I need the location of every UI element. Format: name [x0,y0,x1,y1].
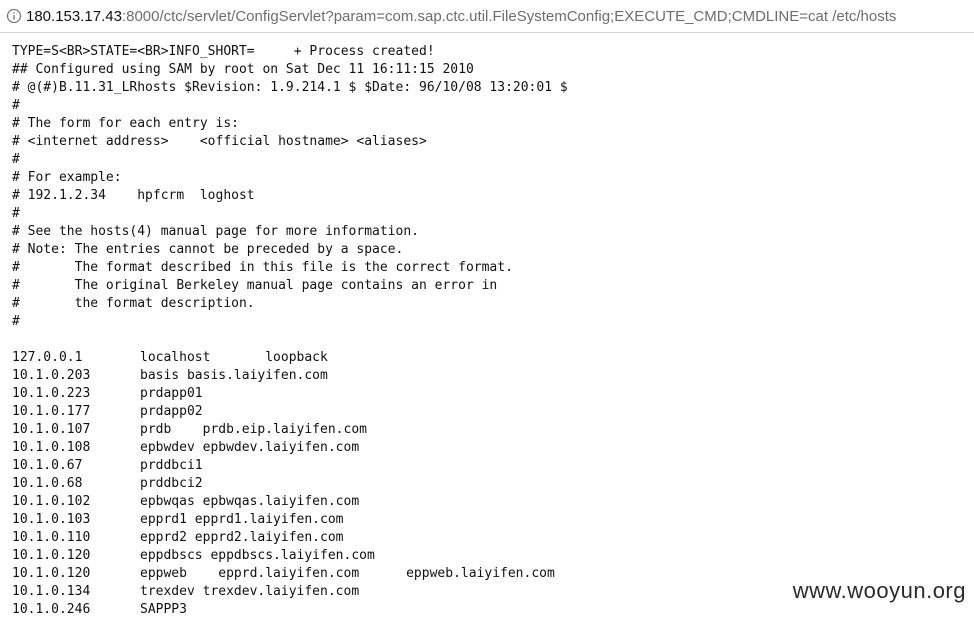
output-line: TYPE=S<BR>STATE=<BR>INFO_SHORT= + Proces… [12,44,435,59]
output-line: # The format described in this file is t… [12,260,513,275]
host-entry: prdapp02 [140,404,203,419]
host-entry: localhost loopback [140,350,328,365]
host-ip: 10.1.0.203 [12,368,91,383]
output-line: # See the hosts(4) manual page for more … [12,224,419,239]
output-line: # [12,152,20,167]
host-entry: SAPPP3 [140,602,187,617]
command-output: TYPE=S<BR>STATE=<BR>INFO_SHORT= + Proces… [12,43,974,618]
host-row: 10.1.0.107 prdb prdb.eip.laiyifen.com [12,421,974,439]
output-line: # <internet address> <official hostname>… [12,134,427,149]
output-line: # [12,98,20,113]
host-ip: 10.1.0.120 [12,548,91,563]
output-line: # Note: The entries cannot be preceded b… [12,242,404,257]
host-entry: prddbci2 [140,476,203,491]
host-ip: 10.1.0.107 [12,422,91,437]
host-row: 10.1.0.103 epprd1 epprd1.laiyifen.com [12,511,974,529]
host-ip: 10.1.0.68 [12,476,83,491]
host-entry: trexdev trexdev.laiyifen.com [140,584,360,599]
output-line: ## Configured using SAM by root on Sat D… [12,62,474,77]
host-row: 10.1.0.110 epprd2 epprd2.laiyifen.com [12,529,974,547]
output-line: # [12,314,20,329]
host-ip: 10.1.0.134 [12,584,91,599]
url-host: 180.153.17.43 [26,7,122,25]
host-entry: prdb prdb.eip.laiyifen.com [140,422,367,437]
host-row: 10.1.0.223 prdapp01 [12,385,974,403]
host-row: 10.1.0.67 prddbci1 [12,457,974,475]
host-entry: prdapp01 [140,386,203,401]
info-icon[interactable] [6,8,22,24]
host-row: 127.0.0.1 localhost loopback [12,349,974,367]
host-ip: 10.1.0.110 [12,530,91,545]
host-row: 10.1.0.120 eppdbscs eppdbscs.laiyifen.com [12,547,974,565]
host-row: 10.1.0.177 prdapp02 [12,403,974,421]
host-entry: epbwqas epbwqas.laiyifen.com [140,494,360,509]
output-line: # For example: [12,170,122,185]
host-row: 10.1.0.203 basis basis.laiyifen.com [12,367,974,385]
host-row: 10.1.0.108 epbwdev epbwdev.laiyifen.com [12,439,974,457]
host-ip: 10.1.0.246 [12,602,91,617]
output-line: # @(#)B.11.31_LRhosts $Revision: 1.9.214… [12,80,568,95]
output-line: # 192.1.2.34 hpfcrm loghost [12,188,255,203]
output-line: # [12,206,20,221]
host-ip: 10.1.0.108 [12,440,91,455]
host-entry: epbwdev epbwdev.laiyifen.com [140,440,360,455]
watermark: www.wooyun.org [792,578,966,603]
host-ip: 127.0.0.1 [12,350,83,365]
host-ip: 10.1.0.177 [12,404,91,419]
host-entry: basis basis.laiyifen.com [140,368,328,383]
url-path: :8000/ctc/servlet/ConfigServlet?param=co… [121,7,897,25]
address-bar[interactable]: 180.153.17.43:8000/ctc/servlet/ConfigSer… [0,0,974,33]
output-line: # The original Berkeley manual page cont… [12,278,498,293]
host-ip: 10.1.0.223 [12,386,91,401]
host-entry: epprd2 epprd2.laiyifen.com [140,530,344,545]
browser-window: 180.153.17.43:8000/ctc/servlet/ConfigSer… [0,0,974,618]
host-ip: 10.1.0.102 [12,494,91,509]
output-line: # the format description. [12,296,255,311]
host-entry: eppdbscs eppdbscs.laiyifen.com [140,548,375,563]
host-entry: epprd1 epprd1.laiyifen.com [140,512,344,527]
host-entry: eppweb epprd.laiyifen.com eppweb.laiyife… [140,566,555,581]
host-entry: prddbci1 [140,458,203,473]
output-header: TYPE=S<BR>STATE=<BR>INFO_SHORT= + Proces… [12,43,974,349]
host-ip: 10.1.0.103 [12,512,91,527]
host-ip: 10.1.0.120 [12,566,91,581]
host-row: 10.1.0.102 epbwqas epbwqas.laiyifen.com [12,493,974,511]
host-row: 10.1.0.68 prddbci2 [12,475,974,493]
host-ip: 10.1.0.67 [12,458,83,473]
output-line: # The form for each entry is: [12,116,239,131]
